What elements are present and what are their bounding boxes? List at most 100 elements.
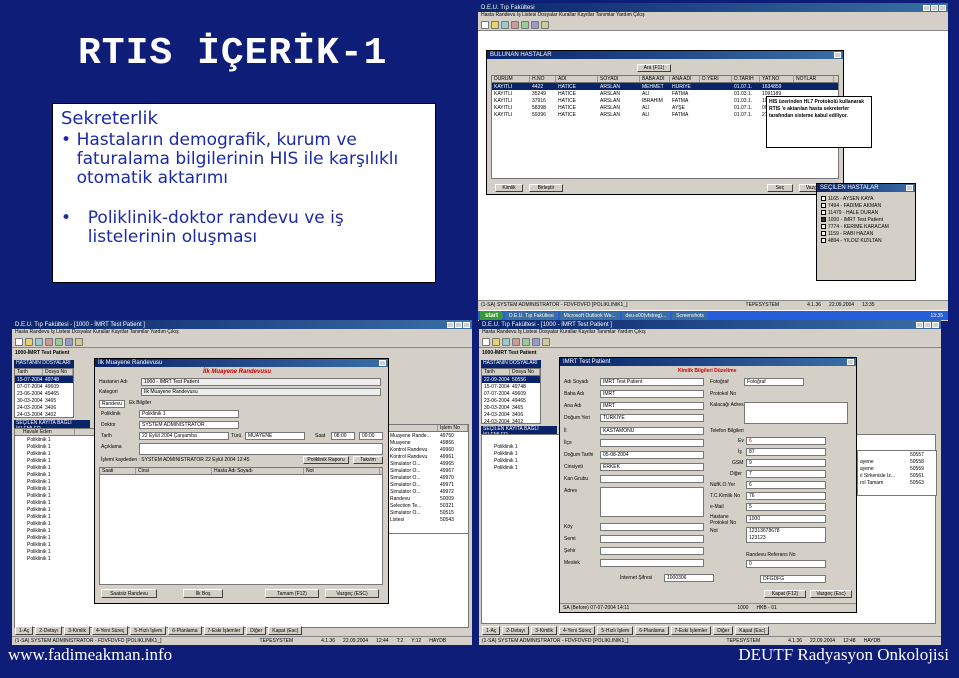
function-key-button[interactable]: 7-Eski İşlemler [203,626,245,635]
table-row[interactable]: 24-03-2004 3402 [15,411,73,418]
function-key-button[interactable]: 5-Hızlı İşlem [597,626,634,635]
diger-field[interactable]: 7 [746,470,826,478]
cancel-button[interactable]: Vazgeç (Esc) [810,590,852,598]
table-row[interactable]: ayene 50558 [858,458,936,465]
calendar-icon[interactable] [531,21,539,29]
birlestir-button[interactable]: Birleştir [529,184,563,192]
minimize-icon[interactable] [447,321,454,328]
help-icon[interactable] [75,338,83,346]
table-row[interactable]: Simulator O... 49971 [388,481,468,488]
search-icon[interactable] [521,21,529,29]
kan-select[interactable] [600,475,704,483]
function-key-button[interactable]: 5-Hızlı İşlem [130,626,167,635]
function-key-button[interactable]: 1-Aç [15,626,34,635]
kategori-field[interactable]: İlk Muayene Randevusu [141,388,381,396]
table-row[interactable]: 07-07-2004 49609 [15,383,73,390]
is-field[interactable]: 87 [746,448,826,456]
ana-field[interactable]: İMRT [600,402,704,410]
not-field[interactable]: 12313678678 123123 [746,527,826,543]
checkbox-icon[interactable] [821,210,826,216]
internet-sifre-field[interactable]: 1000306 [664,574,714,582]
table-row[interactable]: Simulator O... 49967 [388,467,468,474]
function-key-button[interactable]: 2-Detayı [502,626,530,635]
foto-field[interactable]: Fotoğraf [744,378,804,386]
table-row[interactable]: 15-07-2004 49748 [15,376,73,383]
tab-randevu[interactable]: Randevu [99,400,126,408]
calendar-icon[interactable] [532,338,540,346]
save-icon[interactable] [501,21,509,29]
ok-button[interactable]: Tamam (F12) [265,589,319,598]
table-row[interactable]: 22-09-2004 50556 [482,376,540,383]
help-icon[interactable] [542,338,550,346]
function-key-button[interactable]: 6-Planlama [635,626,669,635]
files-grid[interactable]: Tarih Dosya No 15-07-2004 49748 07-07-2004 4… [14,368,74,418]
close-icon[interactable] [463,321,470,328]
table-row[interactable]: 23-06-2004 49465 [482,397,540,404]
checkbox-icon[interactable] [821,196,826,202]
close-icon[interactable] [834,52,841,58]
table-row[interactable]: 24-03-2004 3406 [15,404,73,411]
menu-bar[interactable]: Hasta Randevu İş Listesi Dosyalar Kurall… [479,329,941,336]
takvim-button[interactable]: Takvim [353,456,383,464]
table-row[interactable]: Simulator O... 49972 [388,488,468,495]
table-row[interactable]: ıl Sirkenisle İz... 50561 [858,472,936,479]
task-3[interactable]: deu-s00(vfstreg)... [621,311,671,320]
randevu-ref-field[interactable]: 0 [746,560,826,568]
maximize-icon[interactable] [455,321,462,328]
table-row[interactable]: 15-07-2004 49748 [482,383,540,390]
email-field[interactable]: 5 [746,503,826,511]
print-icon[interactable] [45,338,53,346]
dogum-tarihi-field[interactable]: 05-08-2004 [600,451,704,459]
list-item[interactable]: 4894 - YILDIZ KIZILTAN [819,238,913,245]
checkbox-icon[interactable] [821,224,826,230]
adi-field[interactable]: İMRT Test Patient [600,378,704,386]
calendar-icon[interactable] [65,338,73,346]
appointments-grid[interactable]: Saati Cinsi Hasta Adı Soyadı Not [99,467,383,585]
task-2[interactable]: Microsoft Outlook We... [559,311,620,320]
list-item[interactable]: 11479 - HALE DURAN [819,210,913,217]
new-icon[interactable] [15,338,23,346]
table-row[interactable]: 07-07-2004 49609 [482,390,540,397]
ilk-bos-button[interactable]: İlk Boş [183,589,223,598]
table-row[interactable]: 30-03-2004 3465 [482,404,540,411]
ev-field[interactable]: 6 [746,437,826,445]
task-4[interactable]: Screenshots [672,311,708,320]
close-icon[interactable] [379,360,386,366]
table-row[interactable]: Kontrol Randevu 49961 [388,453,468,460]
footer-website[interactable]: www.fadimeakman.info [8,645,172,665]
menu-bar[interactable]: Hasta Randevu İş Listesi Dosyalar Kurall… [478,12,948,19]
table-row[interactable]: 23-06-2004 49465 [15,390,73,397]
list-item[interactable]: 1000 - İMRT Test Patient [819,217,913,224]
ilce-field[interactable] [600,439,704,447]
kalacagi-field[interactable] [744,402,848,424]
close-icon[interactable] [847,359,854,365]
minimize-icon[interactable] [923,4,930,11]
list-item[interactable]: 1165 - AYSEN KAYA [819,196,913,203]
checkbox-icon[interactable] [821,217,826,223]
tc-field[interactable]: 76 [746,492,826,500]
kimlik-button[interactable]: Kimlik [495,184,523,192]
poliklinik-select[interactable]: Poliklinik 1 [139,410,239,418]
save-icon[interactable] [502,338,510,346]
extra-field[interactable]: DFGDFG [760,575,826,583]
cinsiyet-select[interactable]: ERKEK [600,463,704,471]
start-button[interactable]: start [480,311,504,320]
sehir-field[interactable] [600,547,704,555]
table-row[interactable]: Muayene 49866 [388,439,468,446]
task-1[interactable]: D.E.U. Tıp Fakültesi [505,311,558,320]
close-icon[interactable] [906,185,913,191]
function-key-button[interactable]: Kapat (Esc) [735,626,770,635]
saat-start[interactable]: 08:00 [331,432,355,440]
close-icon[interactable] [932,321,939,328]
meslek-field[interactable] [600,559,704,567]
open-icon[interactable] [491,21,499,29]
aciklama-field[interactable] [139,443,383,455]
function-key-button[interactable]: 1-Aç [482,626,501,635]
table-row[interactable]: Listesi 50543 [388,516,468,523]
search-button[interactable]: Ara (F11) [637,64,671,72]
table-row[interactable]: Randevu 50009 [388,495,468,502]
table-row[interactable]: Simulator O... 49965 [388,460,468,467]
function-key-button[interactable]: 3-Kimlik [531,626,557,635]
poliklinik-rapor-button[interactable]: Poliklinik Raporu [303,456,349,464]
function-key-button[interactable]: Diğer [246,626,267,635]
